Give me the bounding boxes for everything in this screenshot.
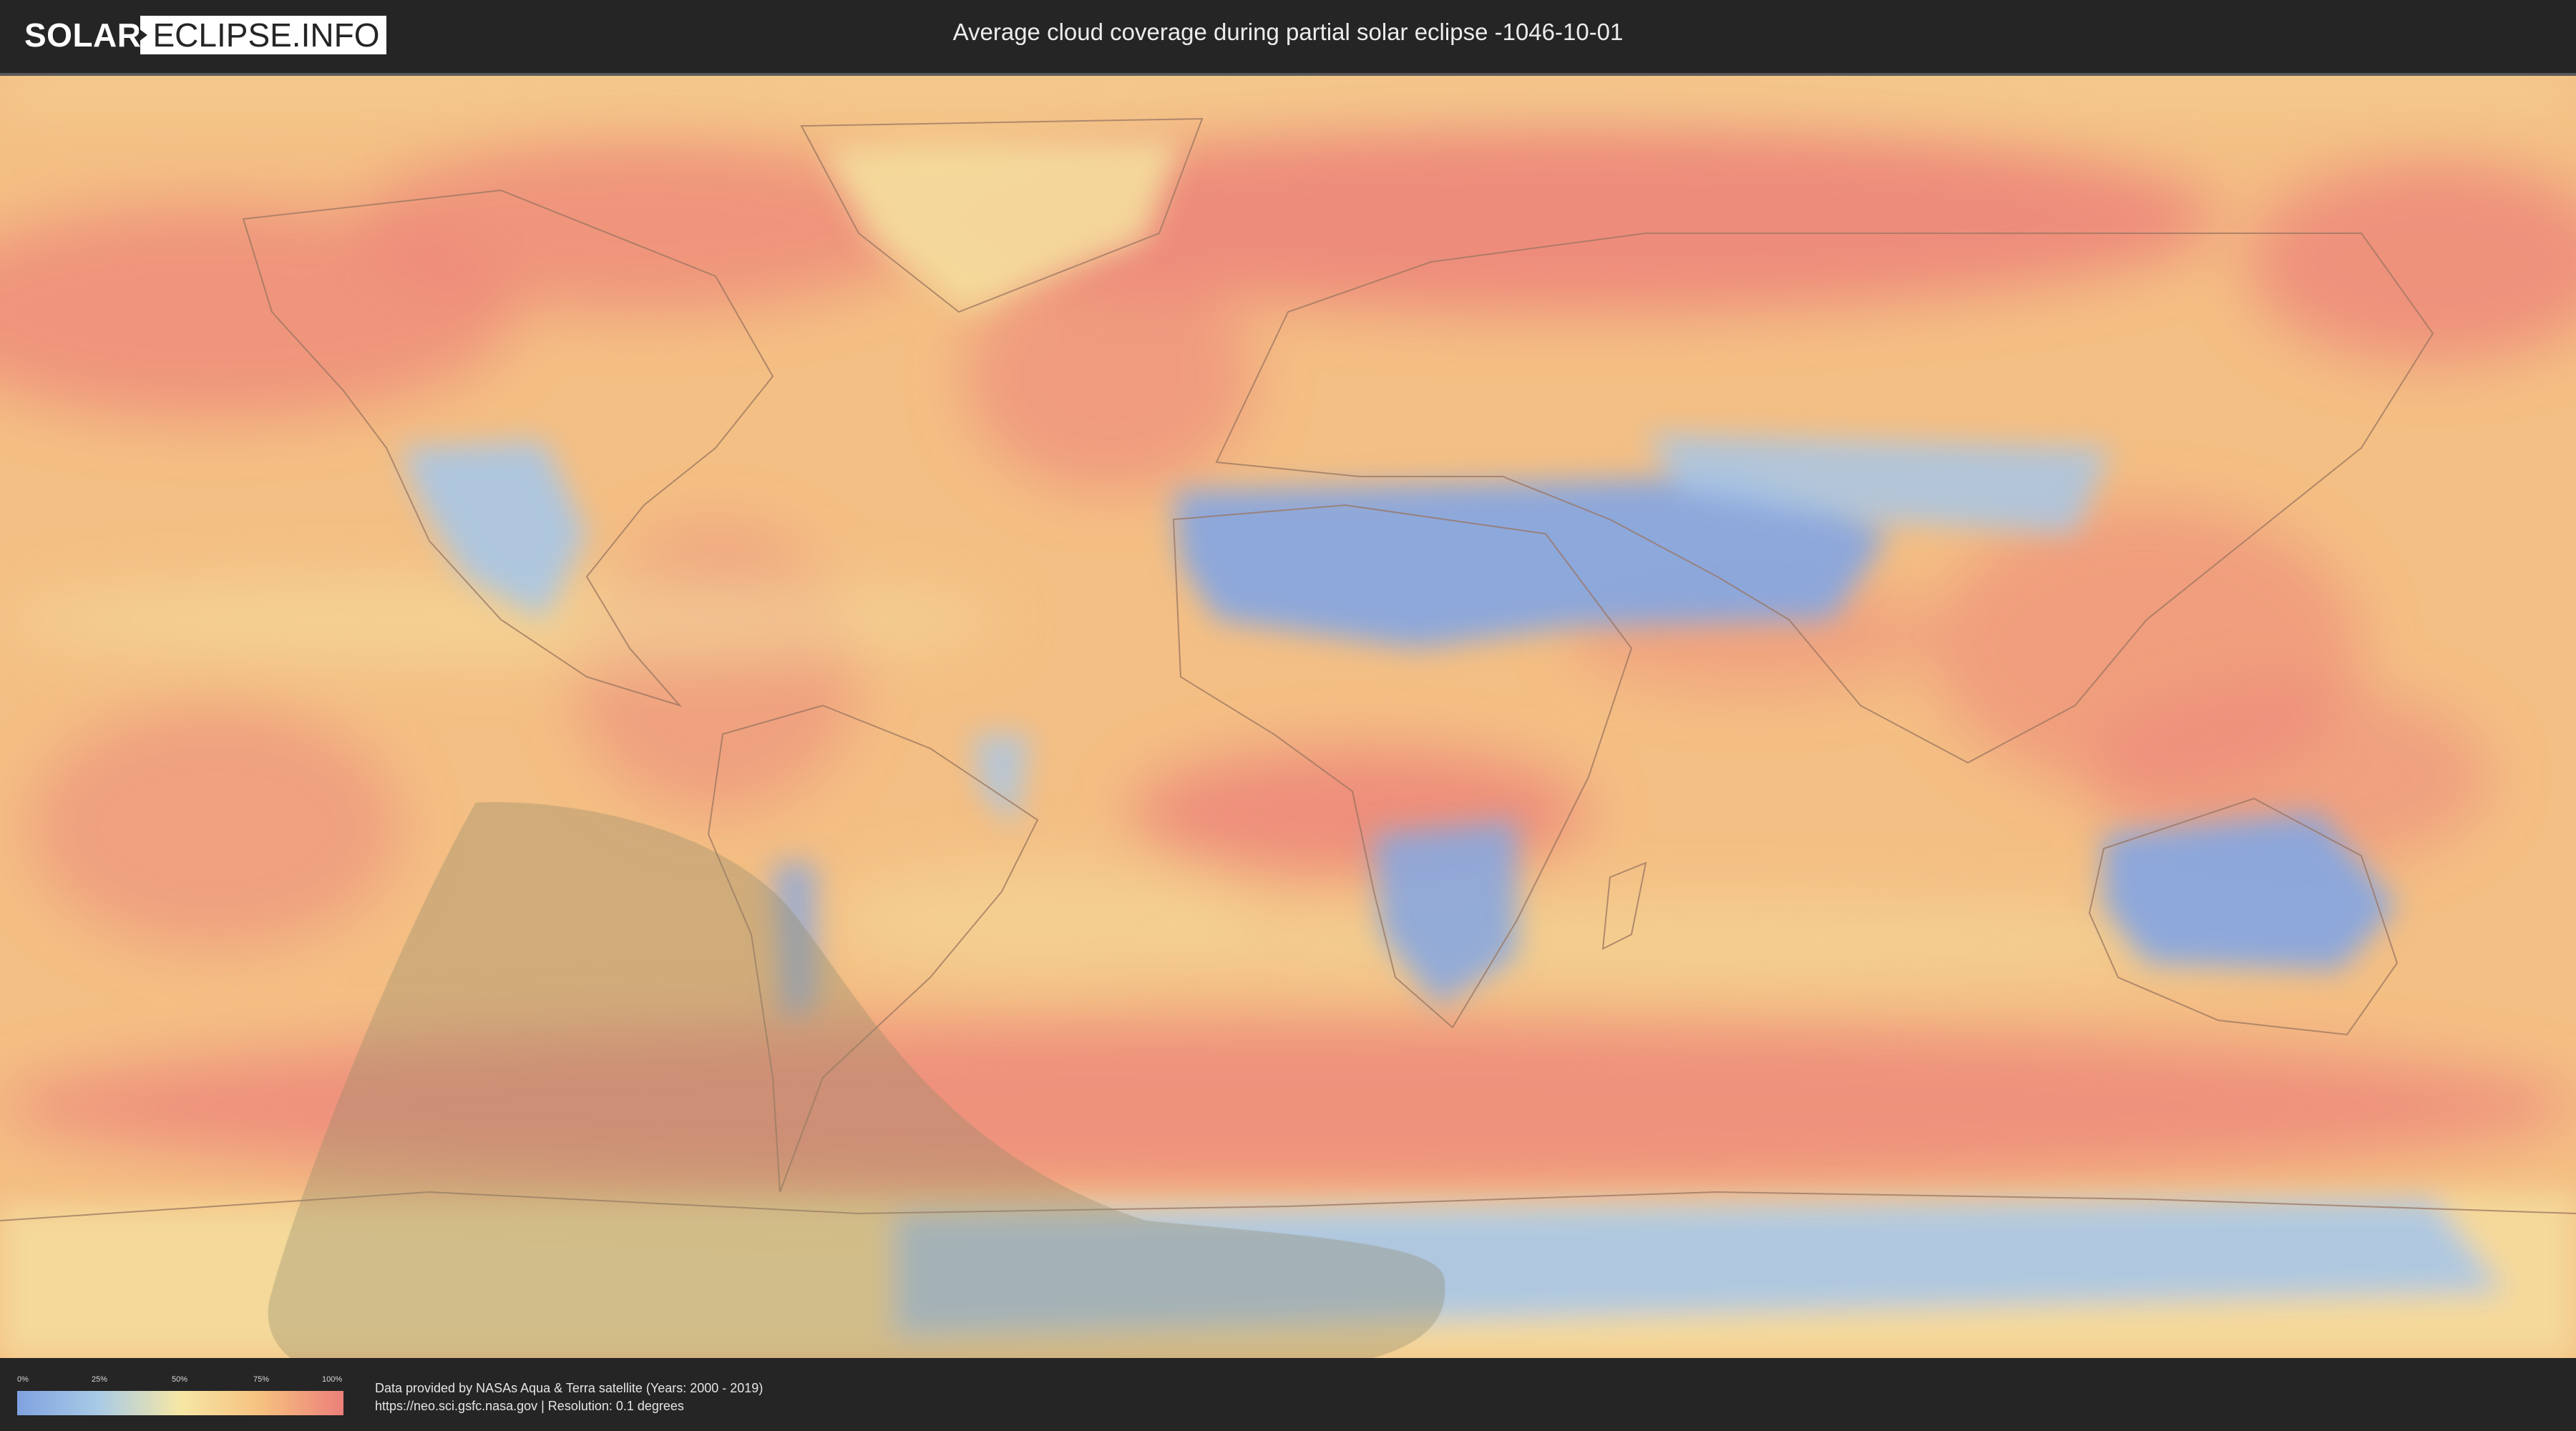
legend-tick-25: 25% [92, 1375, 108, 1384]
legend-tick-75: 75% [253, 1375, 270, 1384]
legend-tick-0: 0% [17, 1375, 29, 1384]
page-title: Average cloud coverage during partial so… [952, 19, 1624, 45]
footer-bar: 0% 25% 50% 75% 100% Data provided by NAS… [0, 1358, 2576, 1431]
cloud-coverage-map [0, 73, 2576, 1358]
cloud-coverage-legend: 0% 25% 50% 75% 100% [17, 1375, 343, 1415]
header-bar: SOLAR ECLIPSE.INFO Average cloud coverag… [0, 0, 2576, 72]
legend-tick-100: 100% [322, 1375, 343, 1384]
legend-ticks: 0% 25% 50% 75% 100% [17, 1375, 343, 1388]
credit-line-2[interactable]: https://neo.sci.gsfc.nasa.gov | Resoluti… [375, 1397, 763, 1415]
legend-color-bar [17, 1391, 343, 1415]
data-credits: Data provided by NASAs Aqua & Terra sate… [375, 1379, 763, 1415]
legend-tick-50: 50% [172, 1375, 188, 1384]
world-map-svg [0, 76, 2576, 1358]
credit-line-1: Data provided by NASAs Aqua & Terra sate… [375, 1381, 763, 1395]
